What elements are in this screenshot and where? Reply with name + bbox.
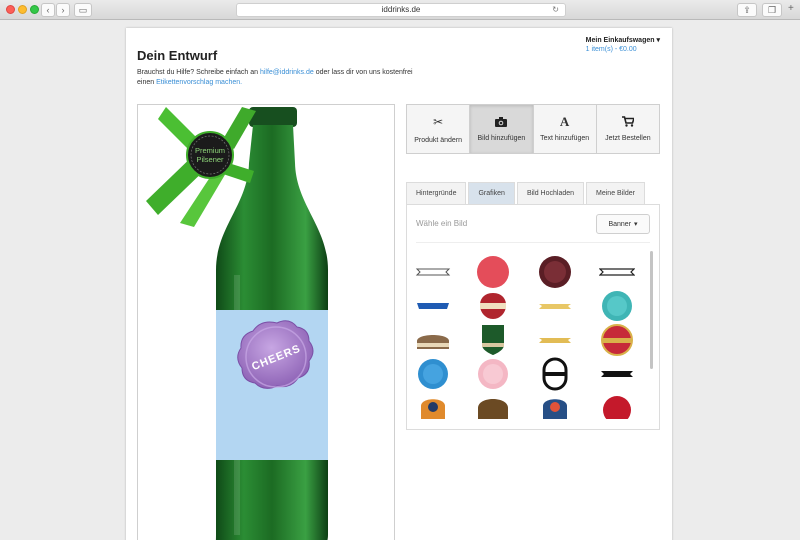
change-product-button[interactable]: ✂ Produkt ändern: [407, 105, 471, 153]
bottle-cap: [249, 107, 297, 127]
graphic-red-crest[interactable]: [473, 289, 513, 323]
graphic-black-banner[interactable]: [597, 357, 637, 391]
graphics-grid: [411, 249, 647, 419]
graphic-dark-seal[interactable]: [535, 255, 575, 289]
graphics-scrollbar[interactable]: [650, 251, 653, 369]
label-suggestion-link[interactable]: Etikettenvorschlag machen.: [156, 79, 242, 86]
cart-icon: [621, 116, 634, 127]
share-button[interactable]: ⇪: [737, 3, 757, 17]
graphic-black-frame[interactable]: [535, 357, 575, 391]
scissors-icon: ✂: [433, 114, 444, 129]
minimize-window-button[interactable]: [18, 5, 27, 14]
tool-label: Bild hinzufügen: [477, 134, 526, 142]
help-prefix: Brauchst du Hilfe? Schreibe einfach an: [137, 69, 260, 76]
cart-label: Mein Einkaufswagen: [585, 37, 655, 44]
divider: [416, 242, 650, 243]
graphic-blue-badge[interactable]: [535, 391, 575, 419]
url-text: iddrinks.de: [381, 5, 421, 14]
tool-label: Jetzt Bestellen: [605, 135, 651, 142]
tabs-button[interactable]: ❐: [762, 3, 782, 17]
tab-graphics[interactable]: Grafiken: [468, 182, 515, 204]
tool-label: Text hinzufügen: [540, 135, 590, 142]
graphic-red-ornate-seal[interactable]: [597, 323, 637, 357]
graphic-brown-arch[interactable]: [413, 323, 453, 357]
new-tab-button[interactable]: +: [788, 3, 794, 14]
camera-icon: [495, 116, 508, 127]
cart-items: 1 item(s) - €0.00: [585, 46, 637, 53]
ribbon-text-2: Pilsener: [196, 155, 224, 164]
graphic-orange-badge[interactable]: [413, 391, 453, 419]
graphic-green-shield[interactable]: [473, 323, 513, 357]
tab-my-images[interactable]: Meine Bilder: [586, 182, 645, 204]
ribbon-text-1: Premium: [195, 146, 225, 155]
order-now-button[interactable]: Jetzt Bestellen: [596, 105, 659, 153]
bottle-preview: CHEERS Premium Pilsener: [146, 107, 328, 540]
category-dropdown[interactable]: Banner ▾: [596, 214, 650, 234]
picker-placeholder: Wähle ein Bild: [416, 219, 468, 228]
zoom-window-button[interactable]: [30, 5, 39, 14]
reload-icon[interactable]: ↻: [552, 4, 559, 16]
help-text: Brauchst du Hilfe? Schreibe einfach an h…: [137, 68, 427, 88]
caret-down-icon: ▾: [634, 221, 638, 228]
forward-button[interactable]: ›: [56, 3, 70, 17]
sidebar-toggle-button[interactable]: ▭: [74, 3, 92, 17]
tool-label: Produkt ändern: [414, 136, 463, 144]
graphic-gold-ribbon[interactable]: [535, 323, 575, 357]
graphic-red-round-seal[interactable]: [597, 391, 637, 419]
graphic-brown-dome[interactable]: [473, 391, 513, 419]
graphic-banner-outline[interactable]: [597, 255, 637, 289]
graphic-gold-banner[interactable]: [535, 289, 575, 323]
design-canvas[interactable]: CHEERS Premium Pilsener: [137, 104, 395, 540]
tab-upload-image[interactable]: Bild Hochladen: [516, 182, 585, 204]
graphic-red-circle[interactable]: [473, 255, 513, 289]
image-tabs: Hintergründe Grafiken Bild Hochladen Mei…: [406, 182, 645, 204]
add-image-button[interactable]: Bild hinzufügen: [470, 105, 534, 153]
graphic-blue-wax[interactable]: [413, 357, 453, 391]
back-button[interactable]: ‹: [41, 3, 55, 17]
graphics-panel: Wähle ein Bild Banner ▾: [406, 204, 660, 430]
close-window-button[interactable]: [6, 5, 15, 14]
designer-page: Dein Entwurf Brauchst du Hilfe? Schreibe…: [126, 28, 672, 540]
cart-summary[interactable]: Mein Einkaufswagen ▾ 1 item(s) - €0.00: [586, 36, 660, 54]
text-icon: A: [559, 114, 570, 129]
graphic-pink-wax[interactable]: [473, 357, 513, 391]
tool-bar: ✂ Produkt ändern Bild hinzufügen A Text …: [406, 104, 660, 154]
graphic-banner-scroll[interactable]: [413, 255, 453, 289]
graphic-blue-banner[interactable]: [413, 289, 453, 323]
help-email-link[interactable]: hilfe@iddrinks.de: [260, 69, 314, 76]
page-title: Dein Entwurf: [137, 48, 218, 63]
caret-down-icon: ▾: [656, 37, 660, 44]
add-text-button[interactable]: A Text hinzufügen: [533, 105, 597, 153]
browser-toolbar: ‹ › ▭ iddrinks.de ↻ ⇪ ❐ +: [0, 0, 800, 20]
category-value: Banner: [608, 220, 632, 228]
tab-backgrounds[interactable]: Hintergründe: [406, 182, 467, 204]
graphic-teal-seal[interactable]: [597, 289, 637, 323]
address-bar[interactable]: iddrinks.de ↻: [236, 3, 566, 17]
